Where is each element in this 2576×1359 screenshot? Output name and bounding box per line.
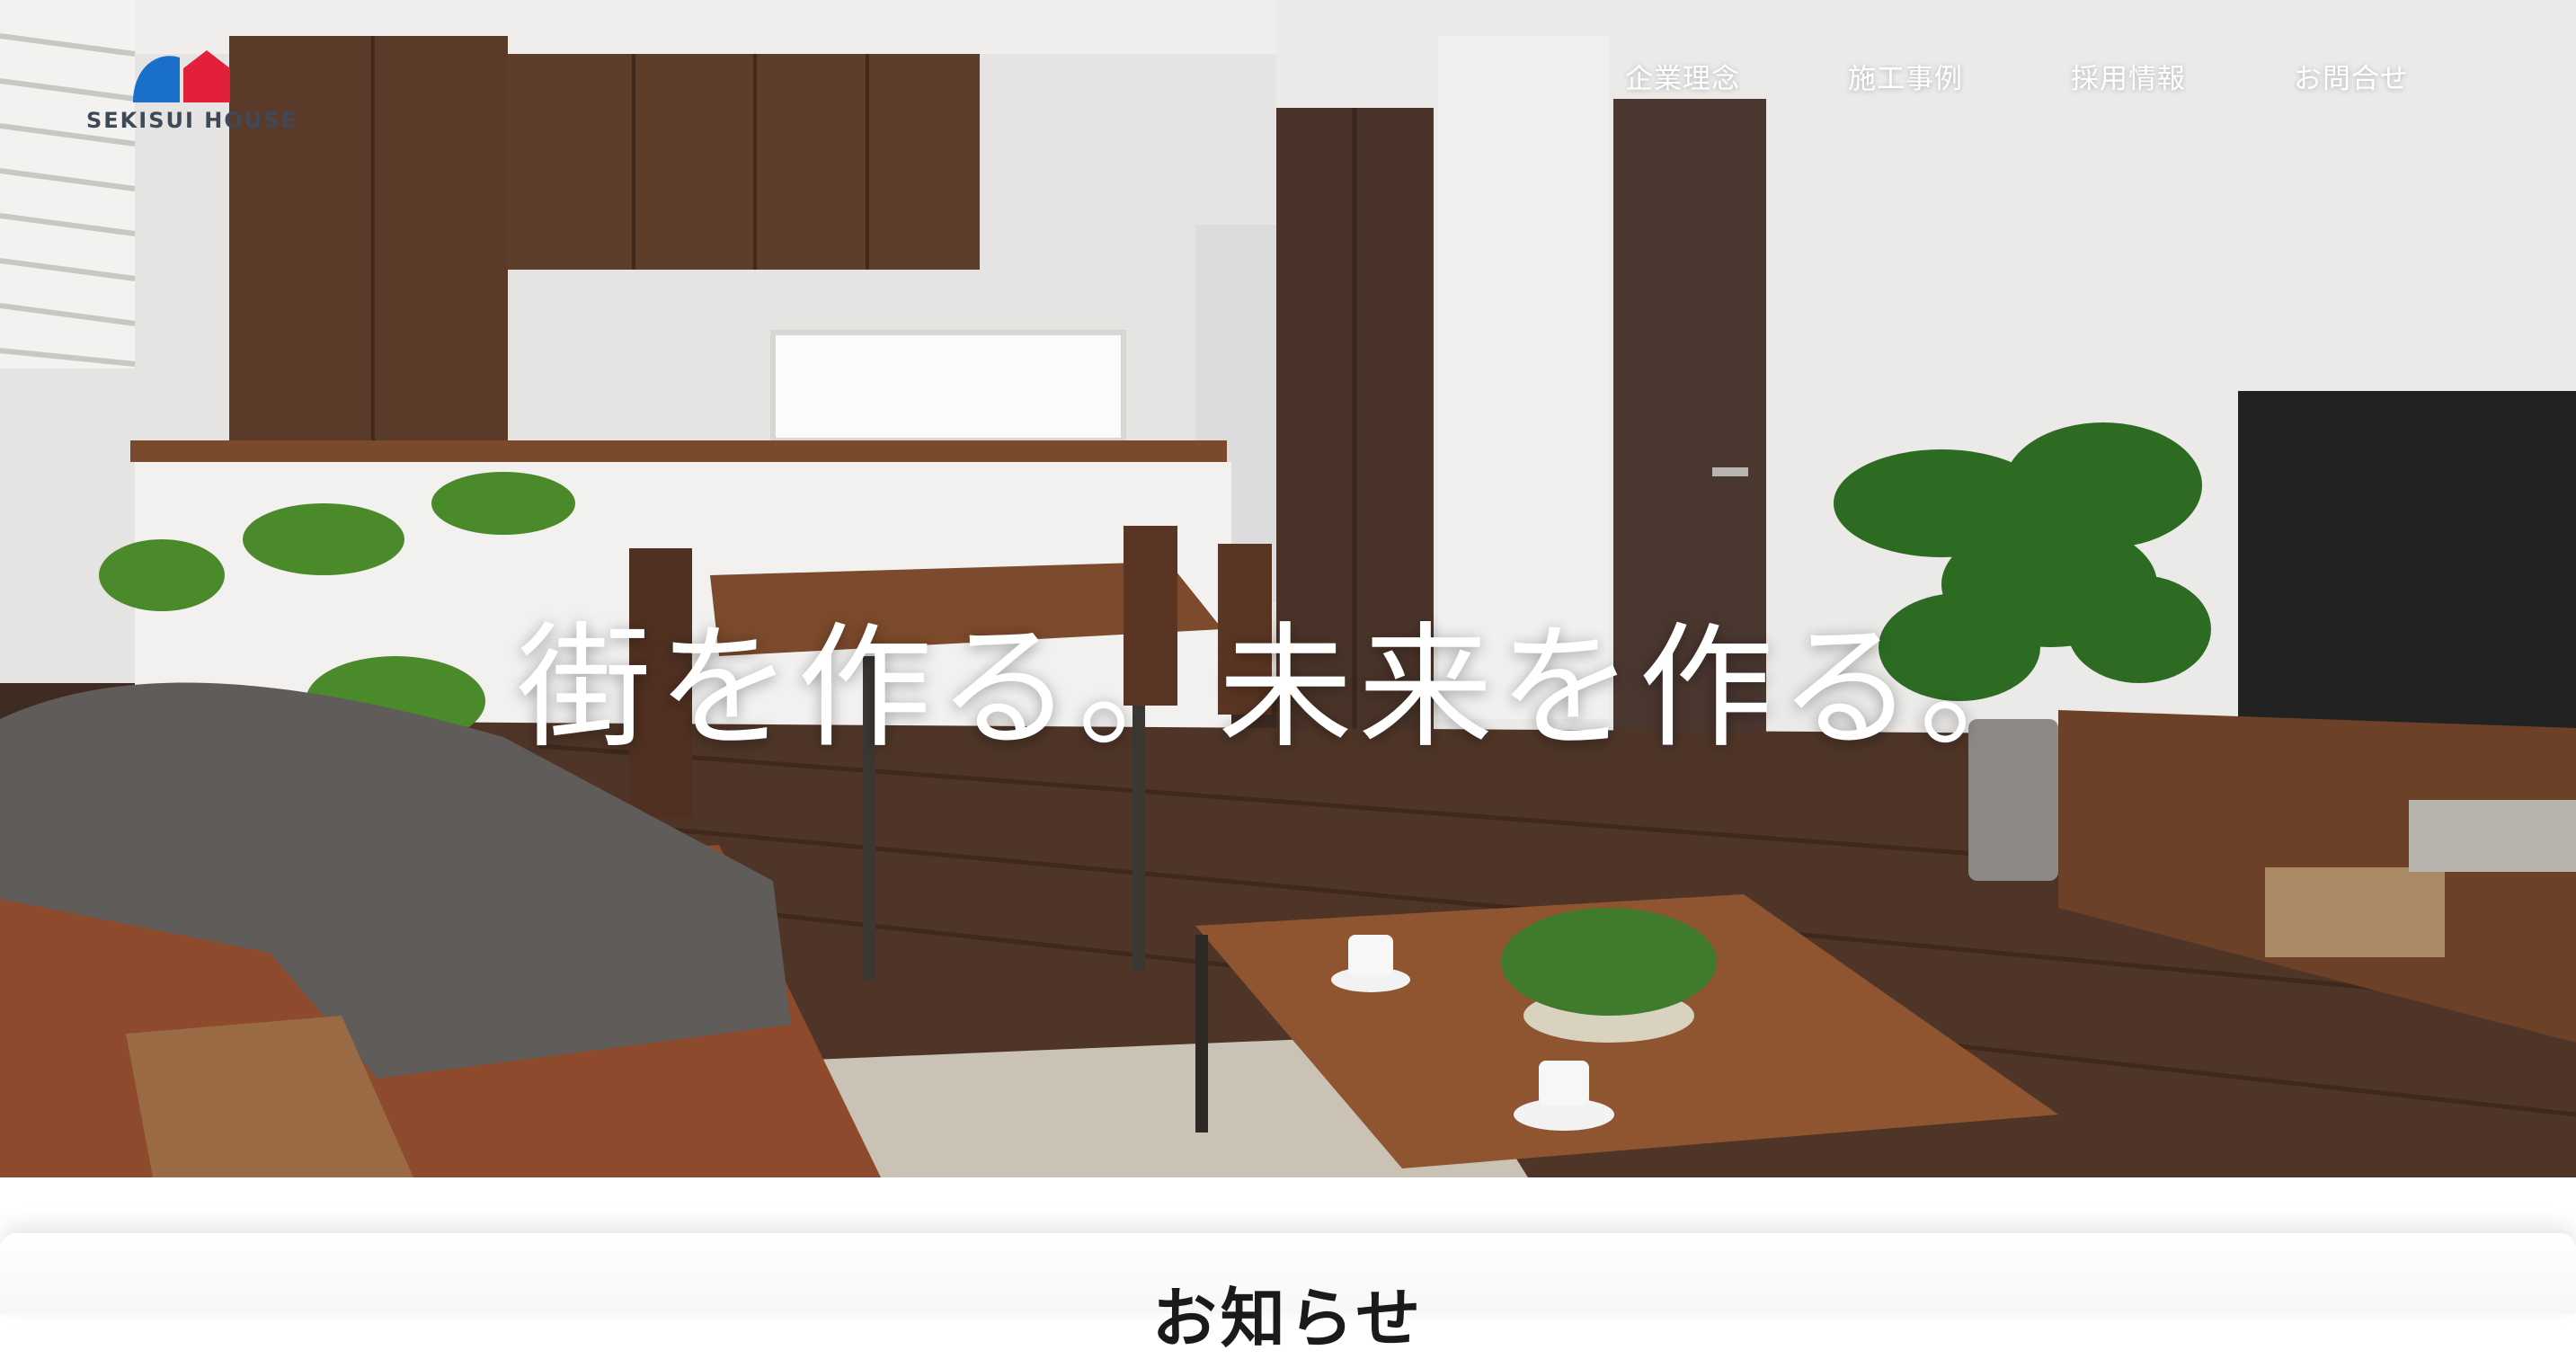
nav-item-works[interactable]: 施工事例 [1794,56,2017,96]
hero-tagline: 街を作る。未来を作る。 [516,610,2059,767]
nav-item-recruit[interactable]: 採用情報 [2017,56,2240,96]
global-nav: 企業理念 施工事例 採用情報 お問合せ [1571,56,2463,96]
brand-logo-text: SEKISUI HOUSE [86,108,298,133]
news-heading: お知らせ [1151,1281,1425,1356]
nav-item-philosophy[interactable]: 企業理念 [1571,56,1794,96]
hero-section: SEKISUI HOUSE 企業理念 施工事例 採用情報 お問合せ 街を作る。未… [0,0,2576,1177]
sekisui-house-mark-icon [133,50,230,102]
news-section: お知らせ [0,1177,2576,1356]
nav-item-contact[interactable]: お問合せ [2240,56,2463,96]
hero-interior-image [0,0,2576,1177]
brand-logo[interactable]: SEKISUI HOUSE [86,49,296,138]
